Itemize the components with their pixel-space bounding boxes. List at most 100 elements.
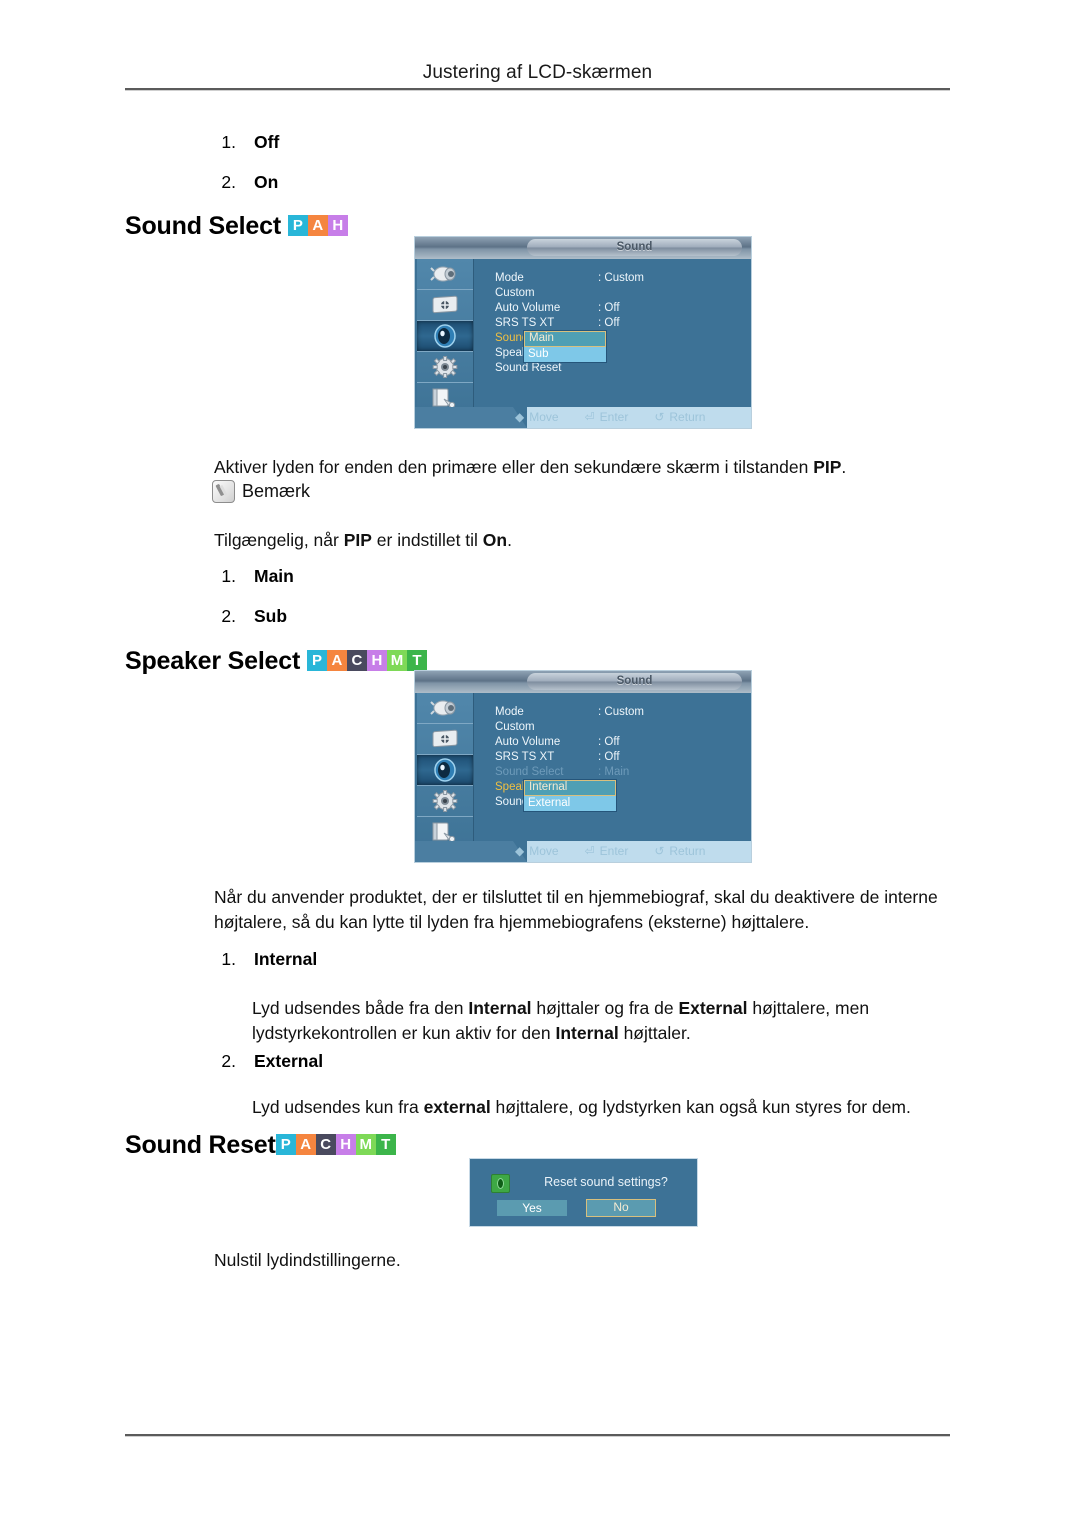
osd-hint-glyph-icon: ⏎ bbox=[584, 410, 595, 424]
osd-icon-column bbox=[417, 259, 474, 414]
osd-menu-row[interactable]: Custom bbox=[495, 286, 735, 301]
osd-hint-glyph-icon: ↺ bbox=[654, 844, 665, 858]
osd-menu-value: : Main bbox=[598, 766, 630, 778]
badge-p-icon: P bbox=[275, 1133, 296, 1155]
badge-t-icon: T bbox=[375, 1133, 396, 1155]
setup-icon[interactable] bbox=[417, 786, 473, 817]
list-label: Internal bbox=[254, 949, 318, 969]
speaker-select-option-2-body: Lyd udsendes kun fra external højttalere… bbox=[252, 1097, 911, 1117]
osd-hint-glyph-icon: ◆ bbox=[515, 410, 525, 424]
osd-hint-enter: ⏎ Enter bbox=[585, 410, 629, 424]
osd-menu-row[interactable]: Sound Reset bbox=[495, 361, 735, 376]
osd-menu-label: Mode bbox=[495, 706, 524, 718]
osd-value-popup[interactable]: Internal External bbox=[523, 779, 617, 812]
list-number: 1. bbox=[221, 132, 236, 152]
osd-title: Sound bbox=[527, 673, 742, 690]
osd-menu-label: Sound Reset bbox=[495, 362, 562, 374]
osd-menu-row[interactable]: Auto Volume : Off bbox=[495, 735, 735, 750]
list-number: 1. bbox=[221, 949, 236, 969]
osd-menu-row[interactable]: Sound Select : Main bbox=[495, 765, 735, 780]
osd-hint-return: ↺ Return bbox=[654, 410, 705, 424]
osd-bottom-tab bbox=[415, 407, 527, 428]
reset-dialog-no-button[interactable]: No bbox=[586, 1199, 656, 1217]
document-page: Justering af LCD-skærmen 1. Off 2. On Sound… bbox=[0, 0, 1080, 1527]
osd-bottom-bar: ◆ Move ⏎ Enter ↺ Return bbox=[415, 841, 751, 862]
list-number: 1. bbox=[221, 566, 236, 586]
badge-group-sound-reset: PACHMT bbox=[275, 1129, 396, 1158]
heading-speaker-select: Speaker Select PACHMT bbox=[125, 645, 427, 676]
list-number: 2. bbox=[221, 1051, 236, 1071]
osd-menu-value: : Off bbox=[598, 317, 620, 329]
osd-hint-move: ◆ Move bbox=[515, 844, 559, 858]
osd-hint-group: ◆ Move ⏎ Enter ↺ Return bbox=[515, 844, 731, 858]
osd-hint-return: ↺ Return bbox=[654, 844, 705, 858]
badge-h-icon: H bbox=[327, 214, 348, 236]
osd-hint-group: ◆ Move ⏎ Enter ↺ Return bbox=[515, 410, 731, 424]
osd-menu-row[interactable]: Custom bbox=[495, 720, 735, 735]
sound-select-note-text: Tilgængelig, når PIP er indstillet til O… bbox=[214, 530, 512, 550]
picture-icon[interactable] bbox=[417, 290, 473, 321]
badge-m-icon: M bbox=[355, 1133, 376, 1155]
osd-menu-value: : Custom bbox=[598, 272, 645, 284]
osd-menu-label: Sound Select bbox=[495, 766, 564, 778]
osd-hint-glyph-icon: ⏎ bbox=[584, 844, 595, 858]
osd-menu-value: : Custom bbox=[598, 706, 645, 718]
osd-menu-row[interactable]: Mode : Custom bbox=[495, 271, 735, 286]
speaker-option-item: 2. External bbox=[210, 1051, 510, 1072]
page-header-title: Justering af LCD-skærmen bbox=[422, 62, 653, 83]
setup-icon[interactable] bbox=[417, 352, 473, 383]
badge-a-icon: A bbox=[326, 649, 347, 671]
osd-popup-option[interactable]: Sub bbox=[524, 347, 606, 362]
osd-menu-value: : Off bbox=[598, 302, 620, 314]
input-source-icon[interactable] bbox=[417, 693, 473, 724]
badge-a-icon: A bbox=[295, 1133, 316, 1155]
osd-menu-label: SRS TS XT bbox=[495, 751, 555, 763]
osd-hint-label: Return bbox=[669, 844, 706, 858]
osd-bottom-bar: ◆ Move ⏎ Enter ↺ Return bbox=[415, 407, 751, 428]
heading-sound-select-text: Sound Select bbox=[125, 212, 281, 240]
badge-t-icon: T bbox=[406, 649, 427, 671]
heading-sound-reset-text: Sound Reset bbox=[125, 1131, 276, 1159]
osd-screenshot-sound-select: Sound Mode: Custom Custom Auto Volume: Off… bbox=[414, 236, 752, 429]
osd-popup-option[interactable]: Internal bbox=[524, 780, 616, 796]
sound-icon[interactable] bbox=[417, 321, 473, 352]
sound-icon[interactable] bbox=[417, 755, 473, 786]
osd-hint-glyph-icon: ↺ bbox=[654, 410, 665, 424]
sound-select-option-item: 1. Main bbox=[210, 566, 510, 587]
input-source-icon[interactable] bbox=[417, 259, 473, 290]
picture-icon[interactable] bbox=[417, 724, 473, 755]
osd-menu-row[interactable]: SRS TS XT: Off bbox=[495, 750, 735, 765]
osd-hint-label: Move bbox=[529, 844, 559, 858]
reset-info-icon bbox=[491, 1174, 510, 1193]
osd-hint-move: ◆ Move bbox=[515, 410, 559, 424]
osd-menu-value: : Off bbox=[598, 736, 620, 748]
osd-menu-label: Auto Volume bbox=[495, 302, 561, 314]
osd-menu-row[interactable]: Mode : Custom bbox=[495, 705, 735, 720]
sound-select-description: Aktiver lyden for enden den primære elle… bbox=[214, 457, 847, 477]
osd-menu-label: Mode bbox=[495, 272, 524, 284]
osd-value-popup[interactable]: Main Sub bbox=[523, 330, 607, 363]
badge-h-icon: H bbox=[366, 649, 387, 671]
badge-c-icon: C bbox=[315, 1133, 336, 1155]
reset-dialog-yes-button[interactable]: Yes bbox=[497, 1200, 567, 1216]
osd-menu-row[interactable]: SRS TS XT: Off bbox=[495, 316, 735, 331]
heading-speaker-select-text: Speaker Select bbox=[125, 647, 301, 675]
osd-popup-option[interactable]: External bbox=[524, 796, 616, 811]
osd-popup-option[interactable]: Main bbox=[524, 331, 606, 347]
speaker-option-item: 1. Internal bbox=[210, 949, 510, 970]
intro-option-item: 1. Off bbox=[210, 132, 510, 153]
list-number: 2. bbox=[221, 606, 236, 626]
badge-group-sound-select: PAH bbox=[287, 210, 348, 239]
sound-reset-description: Nulstil lydindstillingerne. bbox=[214, 1250, 401, 1270]
sound-select-option-item: 2. Sub bbox=[210, 606, 510, 627]
osd-menu-row[interactable]: Auto Volume : Off bbox=[495, 301, 735, 316]
intro-option-item: 2. On bbox=[210, 172, 510, 193]
badge-p-icon: P bbox=[306, 649, 327, 671]
osd-hint-label: Enter bbox=[599, 410, 629, 424]
header-rule bbox=[125, 88, 950, 91]
osd-menu-label: Custom bbox=[495, 721, 535, 733]
list-label: External bbox=[254, 1051, 324, 1071]
speaker-select-option-1-body: Lyd udsendes både fra den Internal højtt… bbox=[252, 998, 870, 1043]
badge-p-icon: P bbox=[287, 214, 308, 236]
osd-menu-label: Auto Volume bbox=[495, 736, 561, 748]
